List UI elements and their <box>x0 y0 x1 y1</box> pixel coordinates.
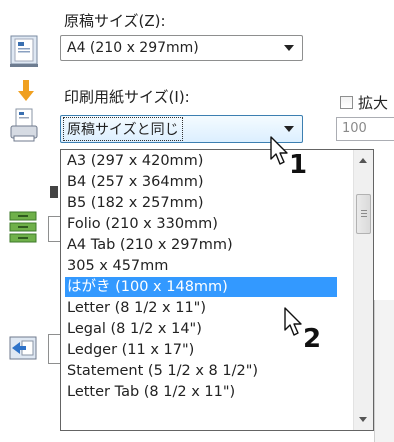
zoom-input[interactable]: 100 <box>336 117 394 141</box>
mouse-pointer-icon <box>270 136 290 170</box>
paper-tray-icon <box>8 210 38 244</box>
print-paper-size-value: 原稿サイズと同じ <box>63 117 183 141</box>
obscured-control-fragment <box>48 334 60 364</box>
original-size-select[interactable]: A4 (210 x 297mm) <box>60 35 303 61</box>
obscured-label-fragment <box>44 184 60 200</box>
zoom-checkbox[interactable] <box>340 96 353 109</box>
chevron-down-icon <box>284 126 294 132</box>
list-item[interactable]: Letter Tab (8 1/2 x 11") <box>65 382 235 402</box>
list-item[interactable]: Statement (5 1/2 x 8 1/2") <box>65 361 258 381</box>
paper-size-dropdown-list[interactable]: A3 (297 x 420mm) B4 (257 x 364mm) B5 (18… <box>60 149 374 431</box>
print-paper-size-label: 印刷用紙サイズ(I): <box>64 88 190 106</box>
list-item[interactable]: Letter (8 1/2 x 11") <box>65 298 206 318</box>
zoom-checkbox-label: 拡大 <box>358 94 389 112</box>
list-item[interactable]: B4 (257 x 364mm) <box>65 172 204 192</box>
dropdown-scrollbar[interactable] <box>353 150 373 430</box>
obscured-panel-fragment <box>374 300 394 442</box>
scroll-up-icon[interactable] <box>359 158 367 163</box>
list-item-selected[interactable]: はがき (100 x 148mm) <box>65 277 337 297</box>
output-tray-icon <box>8 335 38 363</box>
chevron-down-icon <box>284 45 294 51</box>
original-size-value: A4 (210 x 297mm) <box>67 40 199 56</box>
list-item[interactable]: A4 Tab (210 x 297mm) <box>65 235 233 255</box>
step-number-callout: 1 <box>289 150 308 180</box>
list-item[interactable]: Folio (210 x 330mm) <box>65 214 218 234</box>
obscured-control-fragment <box>48 216 60 242</box>
list-item[interactable]: 305 x 457mm <box>65 256 168 276</box>
mouse-pointer-icon <box>284 307 304 341</box>
list-item[interactable]: Legal (8 1/2 x 14") <box>65 319 202 339</box>
zoom-value: 100 <box>342 121 367 136</box>
down-arrow-icon <box>18 80 34 102</box>
list-item[interactable]: B5 (182 x 257mm) <box>65 193 204 213</box>
step-number-callout: 2 <box>303 324 322 354</box>
original-document-icon <box>10 35 38 67</box>
list-item[interactable]: Ledger (11 x 17") <box>65 340 194 360</box>
list-item[interactable]: A3 (297 x 420mm) <box>65 151 203 171</box>
original-size-label: 原稿サイズ(Z): <box>64 12 166 30</box>
scrollbar-thumb[interactable] <box>356 194 371 234</box>
print-paper-icon <box>10 108 38 142</box>
scroll-down-icon[interactable] <box>359 417 367 422</box>
print-paper-size-select[interactable]: 原稿サイズと同じ <box>60 115 303 143</box>
